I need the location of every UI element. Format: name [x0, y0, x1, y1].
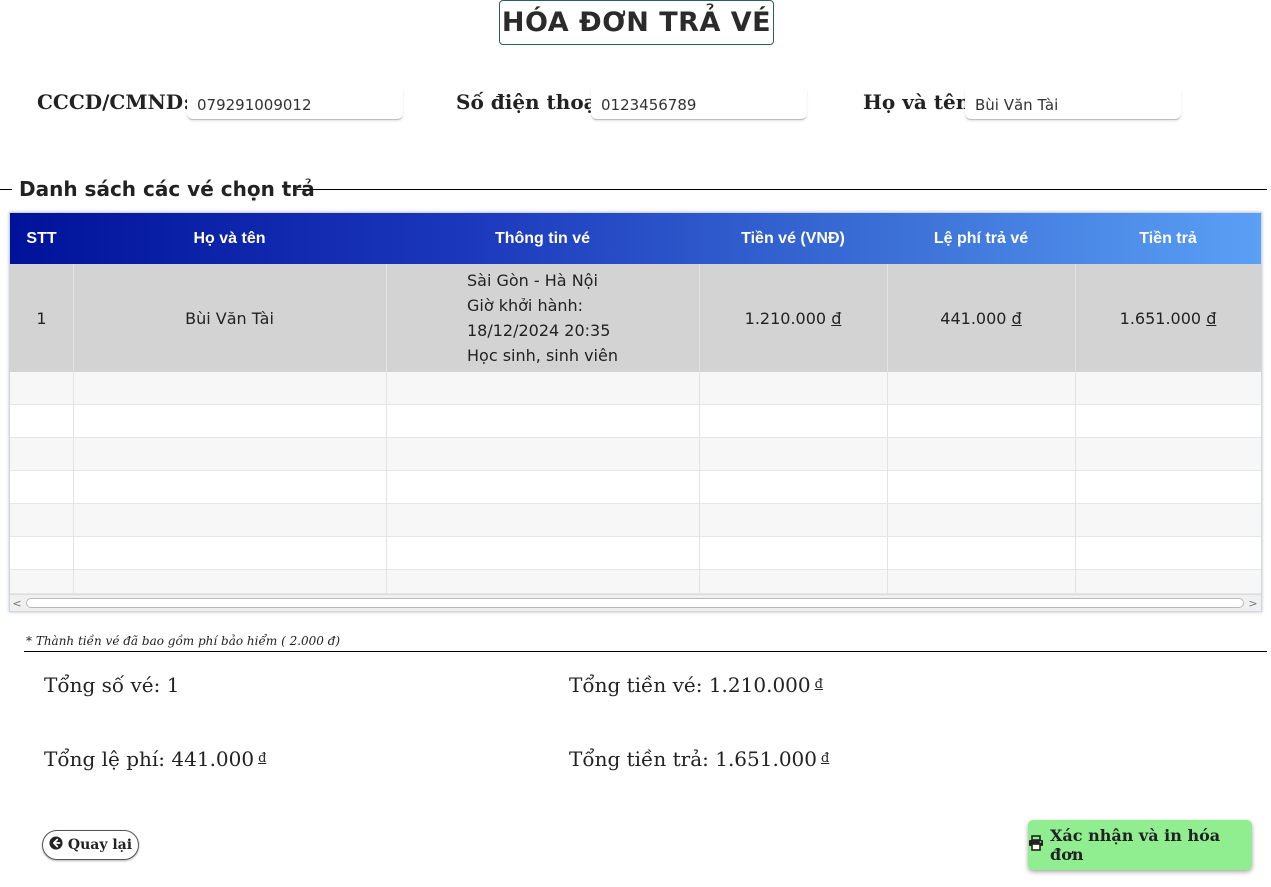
back-button[interactable]: Quay lại [42, 830, 139, 860]
summary-divider [24, 651, 1267, 652]
column-divider [386, 264, 387, 594]
scroll-left-icon[interactable]: < [10, 595, 24, 611]
insurance-note: * Thành tiền vé đã bao gồm phí bảo hiểm … [26, 634, 341, 648]
phone-label: Số điện thoại: [456, 90, 612, 114]
empty-row [10, 405, 1261, 438]
total-tickets-label: Tổng số vé: [44, 673, 161, 697]
printer-icon [1028, 835, 1044, 855]
total-price-value: 1.210.000 [708, 673, 811, 697]
total-refund-label: Tổng tiền trả: [569, 747, 709, 771]
currency-symbol: đ [258, 751, 267, 766]
total-fee-label: Tổng lệ phí: [44, 747, 166, 771]
phone-input[interactable] [591, 90, 807, 120]
column-header-price: Tiền vé (VNĐ) [741, 229, 845, 247]
confirm-button-label: Xác nhận và in hóa đơn [1050, 826, 1221, 864]
currency-symbol: đ [821, 751, 830, 766]
total-tickets-value: 1 [166, 673, 180, 697]
cell-stt: 1 [36, 308, 47, 328]
ticket-passenger-type: Học sinh, sinh viên [467, 346, 618, 365]
scroll-right-icon[interactable]: > [1246, 595, 1260, 611]
currency-symbol: đ [1206, 308, 1217, 328]
page-title: HÓA ĐƠN TRẢ VÉ [499, 0, 774, 45]
column-header-name: Họ và tên [193, 229, 266, 247]
total-tickets: Tổng số vé: 1 [44, 673, 179, 697]
total-fee: Tổng lệ phí: 441.000 đ [44, 747, 266, 771]
empty-row [10, 504, 1261, 537]
column-divider [887, 264, 888, 594]
confirm-print-button[interactable]: Xác nhận và in hóa đơn [1028, 820, 1252, 870]
ticket-departure-time: 18/12/2024 20:35 [467, 321, 611, 340]
column-divider [1075, 264, 1076, 594]
column-header-fee: Lệ phí trả vé [933, 229, 1029, 247]
name-input[interactable] [965, 90, 1181, 120]
empty-row [10, 570, 1261, 594]
section-title: Danh sách các vé chọn trả [19, 177, 315, 201]
id-input[interactable] [187, 90, 403, 120]
total-price-label: Tổng tiền vé: [569, 673, 703, 697]
cell-ticket-info: Sài Gòn - Hà Nội Giờ khởi hành: 18/12/20… [386, 264, 699, 372]
column-divider [699, 264, 700, 594]
table-header: STT Họ và tên Thông tin vé Tiền vé (VNĐ)… [10, 213, 1261, 264]
empty-row [10, 471, 1261, 504]
ticket-departure-label: Giờ khởi hành: [467, 296, 584, 315]
arrow-left-icon [49, 836, 63, 854]
column-header-refund: Tiền trả [1139, 229, 1197, 247]
column-header-stt: STT [26, 229, 57, 247]
fee-value: 441.000 [940, 308, 1007, 328]
cell-price: 1.210.000 đ [699, 264, 887, 372]
empty-row [10, 438, 1261, 471]
cell-name: Bùi Văn Tài [185, 308, 274, 328]
empty-row [10, 372, 1261, 405]
name-label: Họ và tên: [863, 90, 978, 114]
column-divider [73, 264, 74, 594]
currency-symbol: đ [814, 677, 823, 692]
section-divider-right [297, 189, 1267, 190]
table-row[interactable]: 1 Bùi Văn Tài Sài Gòn - Hà Nội Giờ khởi … [10, 264, 1261, 372]
total-fee-value: 441.000 [171, 747, 255, 771]
empty-row [10, 537, 1261, 570]
total-refund-value: 1.651.000 [715, 747, 818, 771]
id-label: CCCD/CMND: [37, 90, 191, 114]
refund-value: 1.651.000 [1119, 308, 1202, 328]
total-price: Tổng tiền vé: 1.210.000 đ [569, 673, 823, 697]
section-divider-left [0, 189, 12, 190]
price-value: 1.210.000 [744, 308, 827, 328]
scrollbar-thumb[interactable] [26, 598, 1244, 608]
currency-symbol: đ [831, 308, 842, 328]
ticket-route: Sài Gòn - Hà Nội [467, 271, 598, 290]
back-button-label: Quay lại [67, 837, 133, 853]
horizontal-scrollbar[interactable]: < > [10, 594, 1261, 611]
total-refund: Tổng tiền trả: 1.651.000 đ [569, 747, 829, 771]
cell-refund: 1.651.000 đ [1075, 264, 1261, 372]
tickets-table: STT Họ và tên Thông tin vé Tiền vé (VNĐ)… [9, 212, 1262, 612]
currency-symbol: đ [1011, 308, 1022, 328]
cell-fee: 441.000 đ [887, 264, 1075, 372]
column-header-info: Thông tin vé [494, 229, 591, 247]
